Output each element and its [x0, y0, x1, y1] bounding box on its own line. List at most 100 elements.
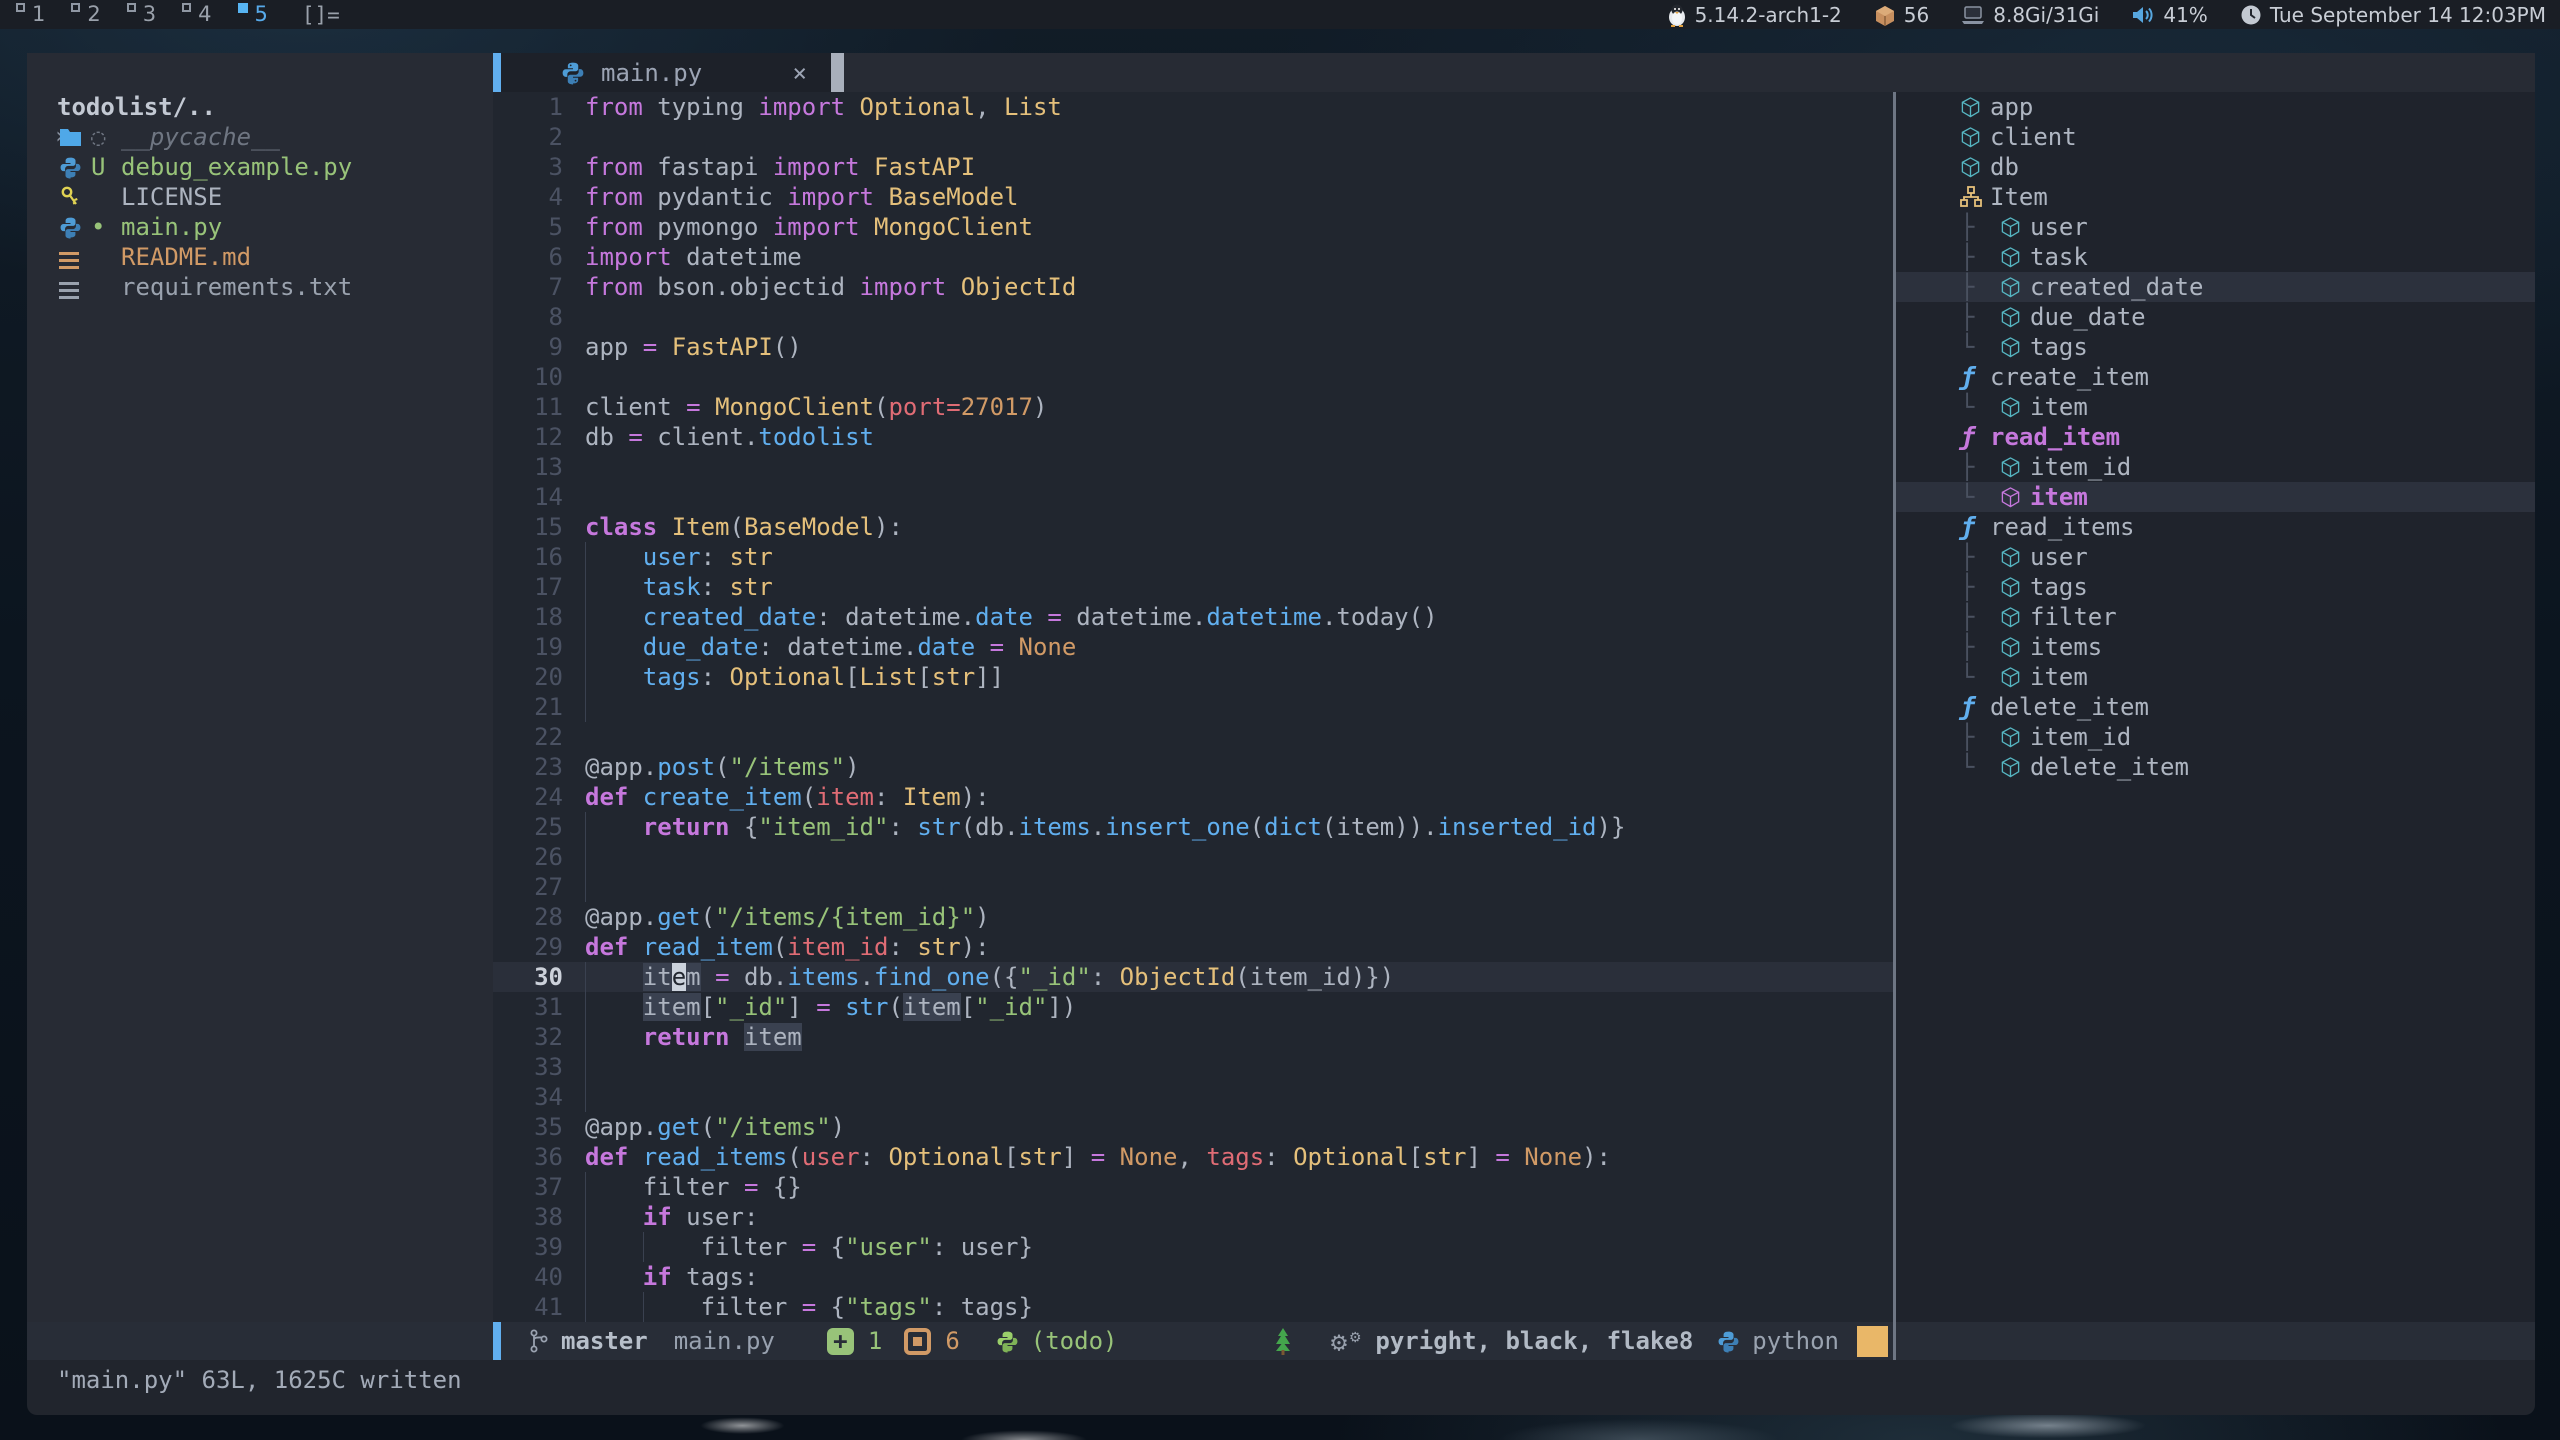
- outline-item-delete-item[interactable]: ƒdelete_item: [1896, 692, 2535, 722]
- clock-icon: [2240, 4, 2262, 26]
- outline-item-items[interactable]: ├items: [1896, 632, 2535, 662]
- code-line-28[interactable]: 28@app.get("/items/{item_id}"): [493, 902, 1893, 932]
- line-number: 20: [493, 662, 563, 692]
- symbol-label: item_id: [2030, 722, 2131, 752]
- code-text: filter = {"tags": tags}: [563, 1292, 1033, 1322]
- code-line-13[interactable]: 13: [493, 452, 1893, 482]
- code-line-11[interactable]: 11client = MongoClient(port=27017): [493, 392, 1893, 422]
- tab-main-py[interactable]: main.py ×: [501, 53, 831, 92]
- line-number: 30: [493, 962, 563, 992]
- outline-item-filter[interactable]: ├filter: [1896, 602, 2535, 632]
- line-number: 13: [493, 452, 563, 482]
- code-line-40[interactable]: 40 if tags:: [493, 1262, 1893, 1292]
- code-text: [563, 842, 643, 872]
- code-line-29[interactable]: 29def read_item(item_id: str):: [493, 932, 1893, 962]
- tree-item-readme-md[interactable]: README.md: [27, 242, 493, 272]
- code-line-2[interactable]: 2: [493, 122, 1893, 152]
- outline-item-item[interactable]: Item: [1896, 182, 2535, 212]
- tree-connector: ├: [1960, 452, 2000, 482]
- symbol-label: client: [1990, 122, 2077, 152]
- workspace-3[interactable]: 3: [127, 1, 156, 28]
- tree-item--pycache-[interactable]: ›◌__pycache__: [27, 122, 493, 152]
- outline-item-read-item[interactable]: ƒread_item: [1896, 422, 2535, 452]
- cube-icon: [1960, 156, 1990, 179]
- code-editor[interactable]: 1from typing import Optional, List23from…: [493, 92, 1893, 1322]
- code-line-39[interactable]: 39 filter = {"user": user}: [493, 1232, 1893, 1262]
- code-line-37[interactable]: 37 filter = {}: [493, 1172, 1893, 1202]
- outline-item-due-date[interactable]: ├due_date: [1896, 302, 2535, 332]
- code-line-24[interactable]: 24def create_item(item: Item):: [493, 782, 1893, 812]
- code-line-1[interactable]: 1from typing import Optional, List: [493, 92, 1893, 122]
- workspace-4[interactable]: 4: [182, 1, 211, 28]
- outline-item-tags[interactable]: ├tags: [1896, 572, 2535, 602]
- workspace-1[interactable]: 1: [16, 1, 45, 28]
- tree-item-requirements-txt[interactable]: requirements.txt: [27, 272, 493, 302]
- outline-item-client[interactable]: client: [1896, 122, 2535, 152]
- code-line-20[interactable]: 20 tags: Optional[List[str]]: [493, 662, 1893, 692]
- symbol-label: filter: [2030, 602, 2117, 632]
- code-line-36[interactable]: 36def read_items(user: Optional[str] = N…: [493, 1142, 1893, 1172]
- code-line-4[interactable]: 4from pydantic import BaseModel: [493, 182, 1893, 212]
- code-line-5[interactable]: 5from pymongo import MongoClient: [493, 212, 1893, 242]
- tree-root[interactable]: todolist/..: [27, 92, 493, 122]
- code-line-30[interactable]: 30 item = db.items.find_one({"_id": Obje…: [493, 962, 1893, 992]
- code-line-38[interactable]: 38 if user:: [493, 1202, 1893, 1232]
- outline-item-item[interactable]: └item: [1896, 662, 2535, 692]
- code-line-12[interactable]: 12db = client.todolist: [493, 422, 1893, 452]
- python-venv-icon: [996, 1330, 1019, 1353]
- code-line-15[interactable]: 15class Item(BaseModel):: [493, 512, 1893, 542]
- tree-item-debug-example-py[interactable]: Udebug_example.py: [27, 152, 493, 182]
- code-line-6[interactable]: 6import datetime: [493, 242, 1893, 272]
- code-text: tags: Optional[List[str]]: [563, 662, 1004, 692]
- code-line-3[interactable]: 3from fastapi import FastAPI: [493, 152, 1893, 182]
- outline-item-item[interactable]: └item: [1896, 392, 2535, 422]
- outline-item-tags[interactable]: └tags: [1896, 332, 2535, 362]
- tree-item-license[interactable]: LICENSE: [27, 182, 493, 212]
- outline-item-delete-item[interactable]: └delete_item: [1896, 752, 2535, 782]
- file-name: main.py: [121, 212, 222, 242]
- code-line-9[interactable]: 9app = FastAPI(): [493, 332, 1893, 362]
- code-text: return item: [563, 1022, 802, 1052]
- symbol-label: item: [2030, 392, 2088, 422]
- workspace-number: 3: [143, 1, 156, 28]
- outline-item-create-item[interactable]: ƒcreate_item: [1896, 362, 2535, 392]
- outline-item-item[interactable]: └item: [1896, 482, 2535, 512]
- code-line-35[interactable]: 35@app.get("/items"): [493, 1112, 1893, 1142]
- code-line-8[interactable]: 8: [493, 302, 1893, 332]
- code-line-19[interactable]: 19 due_date: datetime.date = None: [493, 632, 1893, 662]
- code-line-7[interactable]: 7from bson.objectid import ObjectId: [493, 272, 1893, 302]
- outline-item-db[interactable]: db: [1896, 152, 2535, 182]
- code-line-33[interactable]: 33: [493, 1052, 1893, 1082]
- workspace-indicator: [127, 3, 136, 12]
- code-line-41[interactable]: 41 filter = {"tags": tags}: [493, 1292, 1893, 1322]
- outline-item-user[interactable]: ├user: [1896, 212, 2535, 242]
- code-line-17[interactable]: 17 task: str: [493, 572, 1893, 602]
- outline-item-created-date[interactable]: ├created_date: [1896, 272, 2535, 302]
- tree-item-main-py[interactable]: •main.py: [27, 212, 493, 242]
- code-line-25[interactable]: 25 return {"item_id": str(db.items.inser…: [493, 812, 1893, 842]
- code-line-21[interactable]: 21: [493, 692, 1893, 722]
- outline-item-item-id[interactable]: ├item_id: [1896, 452, 2535, 482]
- code-line-10[interactable]: 10: [493, 362, 1893, 392]
- outline-item-item-id[interactable]: ├item_id: [1896, 722, 2535, 752]
- outline-item-app[interactable]: app: [1896, 92, 2535, 122]
- line-number: 21: [493, 692, 563, 722]
- code-line-16[interactable]: 16 user: str: [493, 542, 1893, 572]
- outline-item-task[interactable]: ├task: [1896, 242, 2535, 272]
- code-line-31[interactable]: 31 item["_id"] = str(item["_id"]): [493, 992, 1893, 1022]
- code-line-34[interactable]: 34: [493, 1082, 1893, 1112]
- outline-item-read-items[interactable]: ƒread_items: [1896, 512, 2535, 542]
- code-line-26[interactable]: 26: [493, 842, 1893, 872]
- workspace-5[interactable]: 5: [238, 1, 268, 28]
- code-line-32[interactable]: 32 return item: [493, 1022, 1893, 1052]
- code-line-22[interactable]: 22: [493, 722, 1893, 752]
- code-line-27[interactable]: 27: [493, 872, 1893, 902]
- workspace-2[interactable]: 2: [71, 1, 100, 28]
- cube-icon: [2000, 636, 2030, 659]
- outline-item-user[interactable]: ├user: [1896, 542, 2535, 572]
- modified-square-icon: [904, 1328, 931, 1355]
- code-line-14[interactable]: 14: [493, 482, 1893, 512]
- code-line-18[interactable]: 18 created_date: datetime.date = datetim…: [493, 602, 1893, 632]
- close-icon[interactable]: ×: [793, 59, 807, 87]
- code-line-23[interactable]: 23@app.post("/items"): [493, 752, 1893, 782]
